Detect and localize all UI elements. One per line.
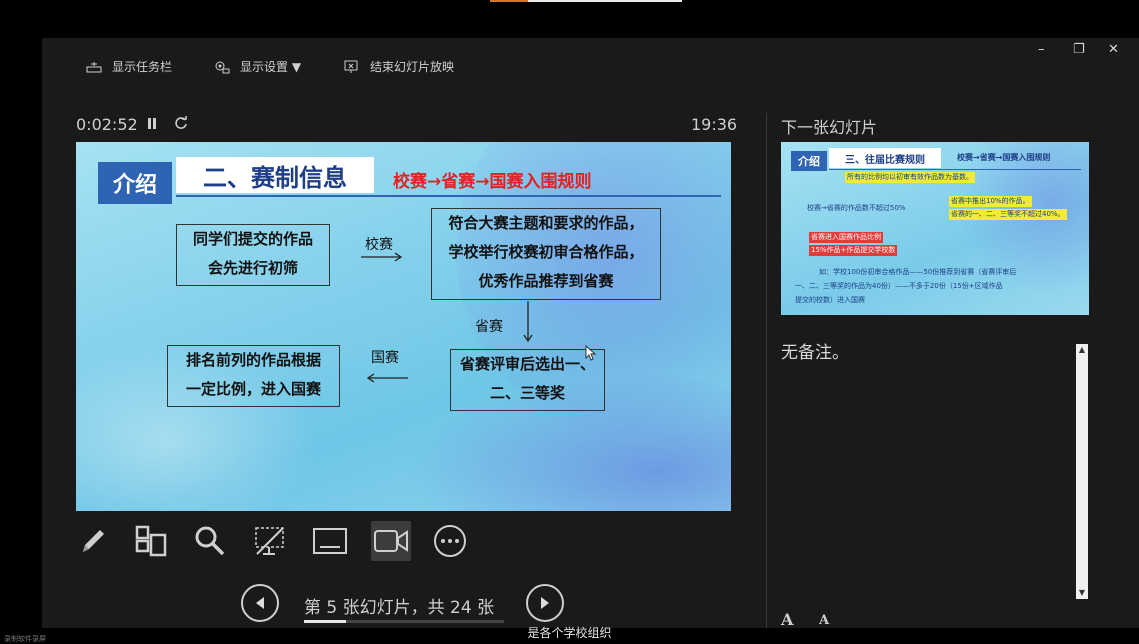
next-slide-label: 下一张幻灯片 [781,118,878,137]
more-options-button[interactable] [430,521,470,561]
slide-progress-fill [304,620,346,623]
display-settings-label: 显示设置 ▼ [240,60,302,74]
black-screen-button[interactable] [250,521,290,561]
next-example-line: 提交的校数）进入国赛 [795,296,865,304]
all-slides-button[interactable] [131,521,171,561]
reset-timer-icon[interactable] [174,116,188,130]
next-note-red: 省赛进入国赛作品比例 [809,232,883,243]
next-example-line: 一、二、三等奖的作品为40份）——不多于20份（15份+区域作品 [795,282,1003,290]
flow-box-line: 会先进行初筛 [207,259,298,277]
close-button[interactable]: ✕ [1108,42,1119,57]
flow-box-school: 符合大赛主题和要求的作品， 学校举行校赛初审合格作品， 优秀作品推荐到省赛 [431,208,661,300]
label-school-contest: 校赛 [365,237,393,253]
subtitles-button[interactable] [310,521,350,561]
slide-rule-title: 校赛→省赛→国赛入围规则 [393,172,592,192]
next-slide-title: 三、往届比赛规则 [829,148,941,168]
triangle-left-icon [256,597,264,609]
flow-box-province: 省赛评审后选出一、 二、三等奖 [450,349,605,411]
show-taskbar-button[interactable]: 显示任务栏 [86,58,172,75]
end-slideshow-label: 结束幻灯片放映 [370,60,455,74]
flow-box-line: 省赛评审后选出一、 [459,355,595,373]
end-show-icon [344,60,358,73]
grid-slides-icon [135,525,167,557]
current-time: 19:36 [691,115,738,134]
flow-box-line: 符合大赛主题和要求的作品， [448,214,644,232]
display-settings-icon [215,61,230,73]
scroll-up-arrow-icon[interactable]: ▲ [1076,344,1088,356]
display-settings-button[interactable]: 显示设置 ▼ [214,58,301,75]
title-underline [176,195,721,197]
next-intro-badge: 介绍 [791,151,827,171]
camera-button[interactable] [371,521,411,561]
presenter-toolbar: 显示任务栏 显示设置 ▼ 结束幻灯片放映 – ❐ ✕ [42,38,1139,92]
video-subtitle: 是各个学校组织 [527,626,612,640]
scroll-down-arrow-icon[interactable]: ▼ [1076,586,1088,599]
flow-box-line: 学校举行校赛初审合格作品， [448,243,644,261]
label-national-contest: 国赛 [371,350,399,366]
more-options-icon [434,525,466,557]
video-camera-icon [374,530,408,552]
next-title-underline [829,169,1081,170]
restore-button[interactable]: ❐ [1073,42,1085,57]
slide-counter: 第 5 张幻灯片，共 24 张 [304,598,495,618]
notes-scrollbar[interactable] [1076,344,1088,599]
arrow-down-icon [523,301,533,343]
top-accent-bar-light [528,0,682,2]
speaker-notes[interactable]: 无备注。 [781,338,849,363]
zoom-button[interactable] [190,521,230,561]
elapsed-timer: 0:02:52 [76,115,138,134]
next-note-yellow: 省赛的一、二、三等奖不超过40%。 [949,209,1067,220]
flow-box-line: 一定比例，进入国赛 [185,380,321,398]
next-example-line: 如：学校100份初审合格作品——50份推荐到省赛（省赛评审后 [819,268,1017,276]
minimize-button[interactable]: – [1038,42,1045,57]
triangle-right-icon [541,597,549,609]
subtitles-icon [313,528,347,554]
next-slide-button[interactable] [526,584,564,622]
presenter-view-window: 显示任务栏 显示设置 ▼ 结束幻灯片放映 – ❐ ✕ 0:02:52 19:36… [42,38,1139,629]
next-note-yellow: 所有的比例均以初审有效作品数为基数。 [845,172,975,183]
next-rule-title: 校赛→省赛→国赛入围规则 [957,153,1051,162]
arrow-right-icon [361,252,403,262]
pause-icon[interactable] [146,117,158,130]
next-note-red: 15%作品+作品提交学校数 [809,245,898,256]
flow-box-submission: 同学们提交的作品 会先进行初筛 [176,224,330,286]
arrow-left-icon [366,373,408,383]
flow-box-line: 排名前列的作品根据 [185,351,321,369]
pane-divider[interactable] [766,113,767,628]
taskbar-icon [86,61,102,72]
pen-icon [83,530,104,552]
watermark-text: 录制软件录屏 [4,635,46,643]
slide-title: 二、赛制信息 [176,157,374,193]
flow-box-line: 同学们提交的作品 [192,230,313,248]
end-slideshow-button[interactable]: 结束幻灯片放映 [344,58,454,75]
current-slide[interactable]: 介绍 二、赛制信息 校赛→省赛→国赛入围规则 同学们提交的作品 会先进行初筛 校… [76,142,731,511]
magnifier-icon [195,526,225,556]
next-note-yellow: 省赛中推出10%的作品。 [949,196,1032,207]
show-taskbar-label: 显示任务栏 [112,60,173,74]
next-slide-preview[interactable]: 介绍 三、往届比赛规则 校赛→省赛→国赛入围规则 所有的比例均以初审有效作品数为… [781,142,1089,315]
previous-slide-button[interactable] [241,584,279,622]
next-line-school: 校赛→省赛的作品数不超过50% [807,204,906,212]
pen-tool-button[interactable] [73,521,113,561]
flow-box-line: 优秀作品推荐到省赛 [478,272,614,290]
slide-intro-badge: 介绍 [98,162,172,204]
label-province-contest: 省赛 [475,319,503,335]
screen-off-icon [255,527,284,555]
flow-box-line: 二、三等奖 [489,384,565,402]
slide-tools [42,521,502,561]
flow-box-national: 排名前列的作品根据 一定比例，进入国赛 [167,345,340,407]
mouse-cursor-icon [585,345,597,361]
